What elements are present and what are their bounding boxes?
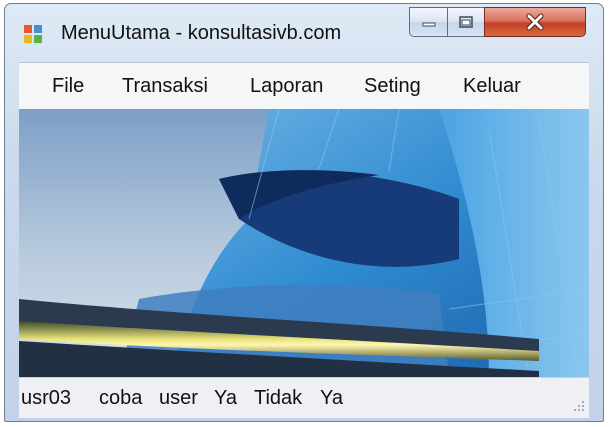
- menu-seting[interactable]: Seting: [364, 63, 421, 110]
- status-flag-1: Ya: [214, 387, 237, 409]
- maximize-icon: [459, 16, 473, 28]
- title-bar[interactable]: MenuUtama - konsultasivb.com: [5, 4, 603, 62]
- close-icon: [526, 13, 544, 31]
- forms-app-icon[interactable]: [24, 25, 42, 43]
- status-user-level: user: [159, 387, 198, 409]
- minimize-icon: [422, 22, 435, 27]
- window-title: MenuUtama - konsultasivb.com: [61, 22, 342, 44]
- maximize-button[interactable]: [447, 7, 485, 37]
- menu-keluar[interactable]: Keluar: [463, 63, 521, 110]
- status-user-id: usr03: [21, 387, 72, 409]
- close-button[interactable]: [484, 7, 586, 37]
- status-bar: usr03 coba user Ya Tidak Ya: [19, 377, 589, 418]
- menu-transaksi[interactable]: Transaksi: [122, 63, 208, 110]
- architecture-picture: [19, 109, 589, 377]
- status-user-name: coba: [99, 387, 143, 409]
- status-flag-3: Ya: [320, 387, 343, 409]
- background-image: [19, 109, 589, 377]
- main-window: MenuUtama - konsultasivb.com File Transa…: [4, 3, 604, 422]
- menu-laporan[interactable]: Laporan: [250, 63, 323, 110]
- menu-file[interactable]: File: [52, 63, 84, 110]
- status-flag-2: Tidak: [254, 387, 303, 409]
- menu-bar: File Transaksi Laporan Seting Keluar: [19, 62, 589, 110]
- minimize-button[interactable]: [409, 7, 448, 37]
- resize-grip-icon[interactable]: [571, 400, 585, 414]
